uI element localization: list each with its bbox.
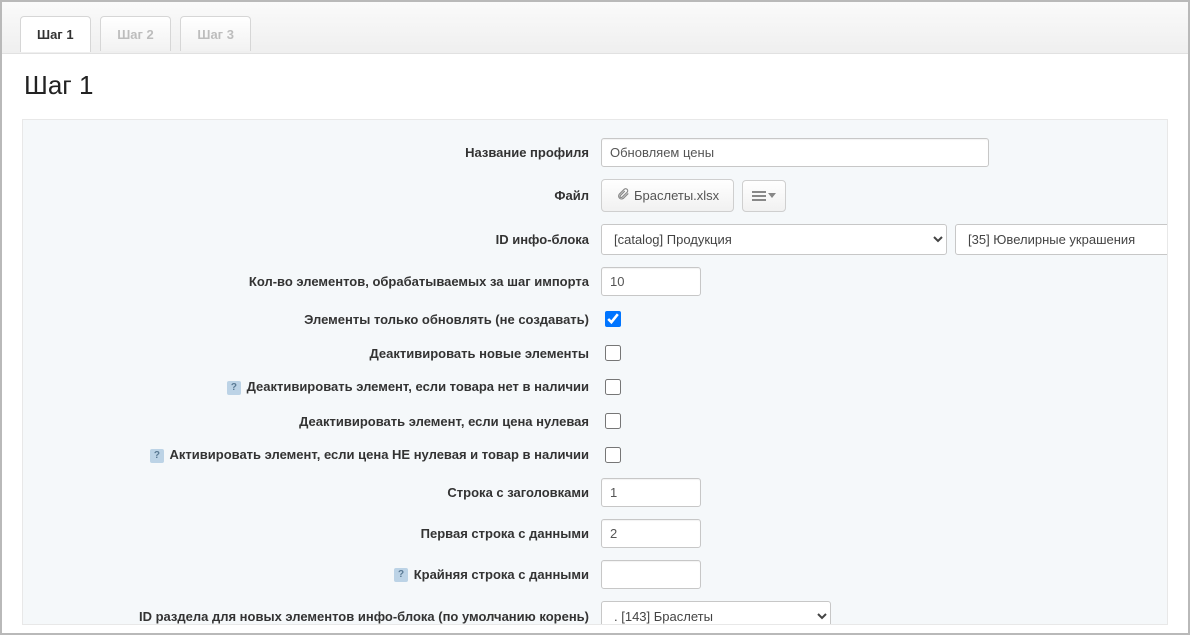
header-row-input[interactable] <box>601 478 701 507</box>
row-deactivate-no-stock: ? Деактивировать элемент, если товара не… <box>41 376 1149 398</box>
row-iblock: ID инфо-блока [catalog] Продукция [35] Ю… <box>41 224 1149 255</box>
form-panel: Название профиля Файл Браслеты.xlsx <box>22 119 1168 625</box>
iblock-section-select[interactable]: [35] Ювелирные украшения <box>955 224 1168 255</box>
tab-step-2[interactable]: Шаг 2 <box>100 16 171 51</box>
tab-step-3[interactable]: Шаг 3 <box>180 16 251 51</box>
row-first-data-row: Первая строка с данными <box>41 519 1149 548</box>
app-frame: Шаг 1 Шаг 2 Шаг 3 Шаг 1 Название профиля… <box>0 0 1190 635</box>
first-data-row-label: Первая строка с данными <box>41 526 601 541</box>
iblock-select[interactable]: [catalog] Продукция <box>601 224 947 255</box>
tabs-bar: Шаг 1 Шаг 2 Шаг 3 <box>2 2 1188 54</box>
profile-name-input[interactable] <box>601 138 989 167</box>
file-label: Файл <box>41 188 601 203</box>
chevron-down-icon <box>768 193 776 198</box>
deactivate-zero-price-checkbox[interactable] <box>605 413 621 429</box>
row-deactivate-zero-price: Деактивировать элемент, если цена нулева… <box>41 410 1149 432</box>
row-activate-nonzero: ? Активировать элемент, если цена НЕ нул… <box>41 444 1149 466</box>
row-step-count: Кол-во элементов, обрабатываемых за шаг … <box>41 267 1149 296</box>
file-button[interactable]: Браслеты.xlsx <box>601 179 734 212</box>
last-data-row-input[interactable] <box>601 560 701 589</box>
help-icon[interactable]: ? <box>227 381 241 395</box>
row-profile-name: Название профиля <box>41 138 1149 167</box>
only-update-label: Элементы только обновлять (не создавать) <box>41 312 601 327</box>
row-file: Файл Браслеты.xlsx <box>41 179 1149 212</box>
iblock-label: ID инфо-блока <box>41 232 601 247</box>
hamburger-icon <box>752 191 766 201</box>
step-count-input[interactable] <box>601 267 701 296</box>
header-row-label: Строка с заголовками <box>41 485 601 500</box>
only-update-checkbox[interactable] <box>605 311 621 327</box>
file-name-label: Браслеты.xlsx <box>634 188 719 203</box>
tab-step-1[interactable]: Шаг 1 <box>20 16 91 52</box>
deactivate-no-stock-label: ? Деактивировать элемент, если товара не… <box>41 379 601 395</box>
attachment-icon <box>616 187 628 204</box>
file-menu-button[interactable] <box>742 180 786 212</box>
row-last-data-row: ? Крайняя строка с данными <box>41 560 1149 589</box>
first-data-row-input[interactable] <box>601 519 701 548</box>
row-only-update: Элементы только обновлять (не создавать) <box>41 308 1149 330</box>
activate-nonzero-label: ? Активировать элемент, если цена НЕ нул… <box>41 447 601 463</box>
step-count-label: Кол-во элементов, обрабатываемых за шаг … <box>41 274 601 289</box>
row-deactivate-new: Деактивировать новые элементы <box>41 342 1149 364</box>
deactivate-new-checkbox[interactable] <box>605 345 621 361</box>
help-icon[interactable]: ? <box>394 568 408 582</box>
row-header-row: Строка с заголовками <box>41 478 1149 507</box>
deactivate-new-label: Деактивировать новые элементы <box>41 346 601 361</box>
section-id-select[interactable]: . [143] Браслеты <box>601 601 831 625</box>
profile-name-label: Название профиля <box>41 145 601 160</box>
section-id-label: ID раздела для новых элементов инфо-блок… <box>41 609 601 624</box>
page-title: Шаг 1 <box>2 54 1188 109</box>
last-data-row-label: ? Крайняя строка с данными <box>41 567 601 583</box>
deactivate-no-stock-checkbox[interactable] <box>605 379 621 395</box>
activate-nonzero-checkbox[interactable] <box>605 447 621 463</box>
help-icon[interactable]: ? <box>150 449 164 463</box>
deactivate-zero-price-label: Деактивировать элемент, если цена нулева… <box>41 414 601 429</box>
row-section-id: ID раздела для новых элементов инфо-блок… <box>41 601 1149 625</box>
